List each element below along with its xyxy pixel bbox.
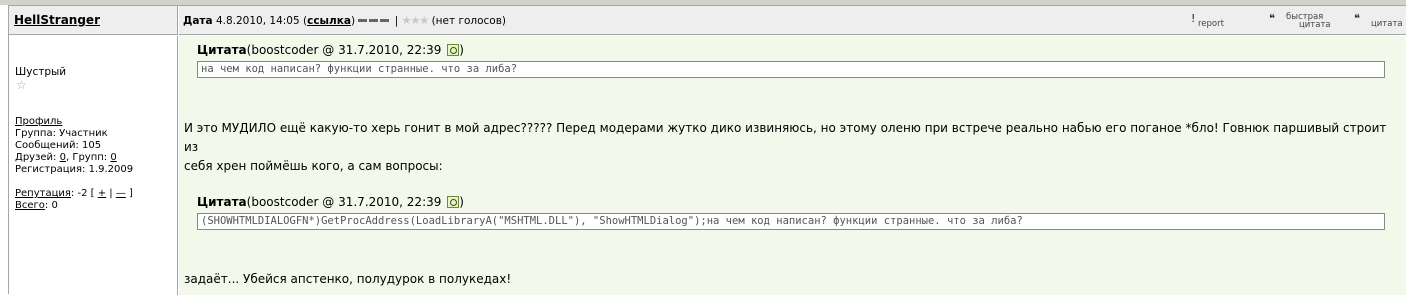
reputation-value: : -2 [ [70, 188, 95, 199]
user-rank: Шустрый [15, 66, 67, 78]
post-actions: ! report ❝ быстрая цитата ❝ цитата [1191, 12, 1403, 32]
author-header: HellStranger [9, 6, 178, 35]
quote-close: ) [459, 43, 464, 57]
rep-close: ] [129, 188, 133, 199]
quick-quote-label-2: цитата [1299, 20, 1331, 30]
rank-star-icon: ☆ [16, 78, 27, 92]
report-label: report [1198, 19, 1224, 29]
user-registered: Регистрация: 1.9.2009 [15, 164, 134, 175]
profile-link[interactable]: Профиль [15, 116, 62, 127]
reputation: Репутация: -2 [ + | — ] Всего: 0 [15, 188, 133, 212]
quote-text-box: (SHOWHTMLDIALOGFN*)GetProcAddress(LoadLi… [197, 213, 1385, 230]
friends-link[interactable]: 0 [60, 152, 66, 163]
quote-bubble-icon: ❝ [1354, 12, 1360, 25]
groups-link[interactable]: 0 [110, 152, 116, 163]
quote-close: ) [459, 195, 464, 209]
quote-source: (boostcoder @ 31.7.2010, 22:39 [246, 43, 446, 57]
quote-title: Цитата [197, 195, 247, 209]
paragraph-line: себя хрен поймёшь кого, а сам вопросы: [184, 159, 443, 173]
author-panel: Шустрый ☆ Профиль Группа: Участник Сообщ… [9, 36, 178, 295]
forum-post: HellStranger Дата 4.8.2010, 14:05 (ссылк… [8, 5, 1406, 295]
quote-bubble-icon: ❝ [1269, 12, 1275, 25]
post-paragraph: задаёт... Убейся апстенко, полудурок в п… [184, 272, 512, 286]
rep-plus-button[interactable]: + [98, 188, 106, 199]
rate-minus-icon[interactable] [369, 19, 379, 22]
author-username-link[interactable]: HellStranger [14, 13, 100, 27]
quote-source: (boostcoder @ 31.7.2010, 22:39 [246, 195, 446, 209]
meta-separator: | [394, 15, 399, 27]
post-date: 4.8.2010, 14:05 [215, 15, 300, 27]
quote-label: цитата [1371, 19, 1403, 29]
quote-title: Цитата [197, 43, 247, 57]
user-group: Группа: Участник [15, 128, 108, 139]
date-label: Дата [183, 15, 213, 27]
rate-minus-icon[interactable] [358, 19, 368, 22]
total-link[interactable]: Всего [15, 200, 45, 211]
rep-minus-button[interactable]: — [116, 188, 126, 199]
rate-minus-icon[interactable] [380, 19, 390, 22]
user-info: Профиль Группа: Участник Сообщений: 105 … [15, 116, 133, 176]
friends-label: Друзей: [15, 152, 57, 163]
post-header: Дата 4.8.2010, 14:05 (ссылка) | ★★★ (нет… [179, 6, 1406, 35]
rating-minus-icons[interactable] [358, 15, 394, 27]
votes-count: (нет голосов) [431, 15, 506, 27]
total-value: : 0 [44, 200, 58, 211]
quote-header: Цитата(boostcoder @ 31.7.2010, 22:39 ) [197, 195, 464, 209]
user-friends-groups: Друзей: 0, Групп: 0 [15, 152, 117, 163]
reputation-link[interactable]: Репутация [15, 188, 71, 199]
goto-quote-icon[interactable] [447, 44, 460, 56]
rep-separator: | [109, 188, 113, 199]
paragraph-line: И это МУДИЛО ещё какую-то херь гонит в м… [184, 121, 1387, 154]
rating-stars-icon[interactable]: ★★★ [402, 14, 430, 27]
quote-text-box: на чем код написан? функции странные. чт… [197, 61, 1385, 78]
exclamation-icon: ! [1191, 12, 1196, 25]
quote-header: Цитата(boostcoder @ 31.7.2010, 22:39 ) [197, 43, 464, 57]
post-paragraph: И это МУДИЛО ещё какую-то херь гонит в м… [184, 119, 1394, 176]
groups-label: Групп: [72, 152, 108, 163]
post-body: Цитата(boostcoder @ 31.7.2010, 22:39 ) н… [179, 36, 1406, 295]
user-messages: Сообщений: 105 [15, 140, 102, 151]
goto-quote-icon[interactable] [447, 196, 460, 208]
post-meta: Дата 4.8.2010, 14:05 (ссылка) | ★★★ (нет… [183, 14, 506, 27]
post-permalink[interactable]: ссылка [307, 15, 351, 27]
